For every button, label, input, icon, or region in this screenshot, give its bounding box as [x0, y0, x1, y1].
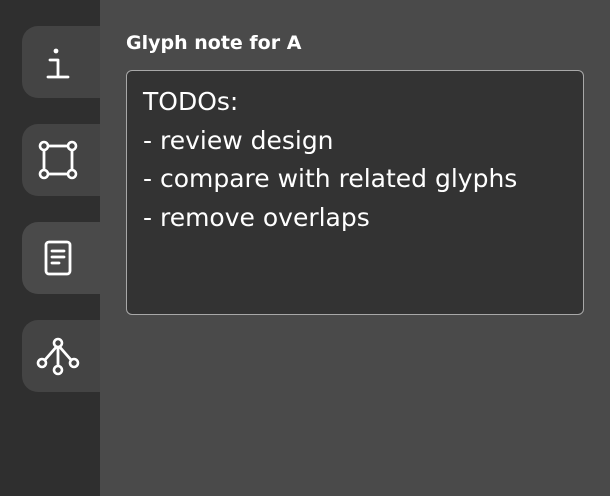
info-icon — [36, 40, 80, 84]
glyph-note-text: TODOs: - review design - compare with re… — [143, 87, 518, 232]
glyph-note-textarea[interactable]: TODOs: - review design - compare with re… — [126, 70, 584, 315]
note-panel: Glyph note for A TODOs: - review design … — [100, 0, 610, 496]
bounding-box-icon — [36, 138, 80, 182]
app-window: Glyph note for A TODOs: - review design … — [0, 0, 610, 496]
panel-title: Glyph note for A — [126, 32, 302, 54]
tree-graph-icon — [36, 334, 80, 378]
sidebar — [0, 0, 122, 496]
note-icon — [36, 236, 80, 280]
